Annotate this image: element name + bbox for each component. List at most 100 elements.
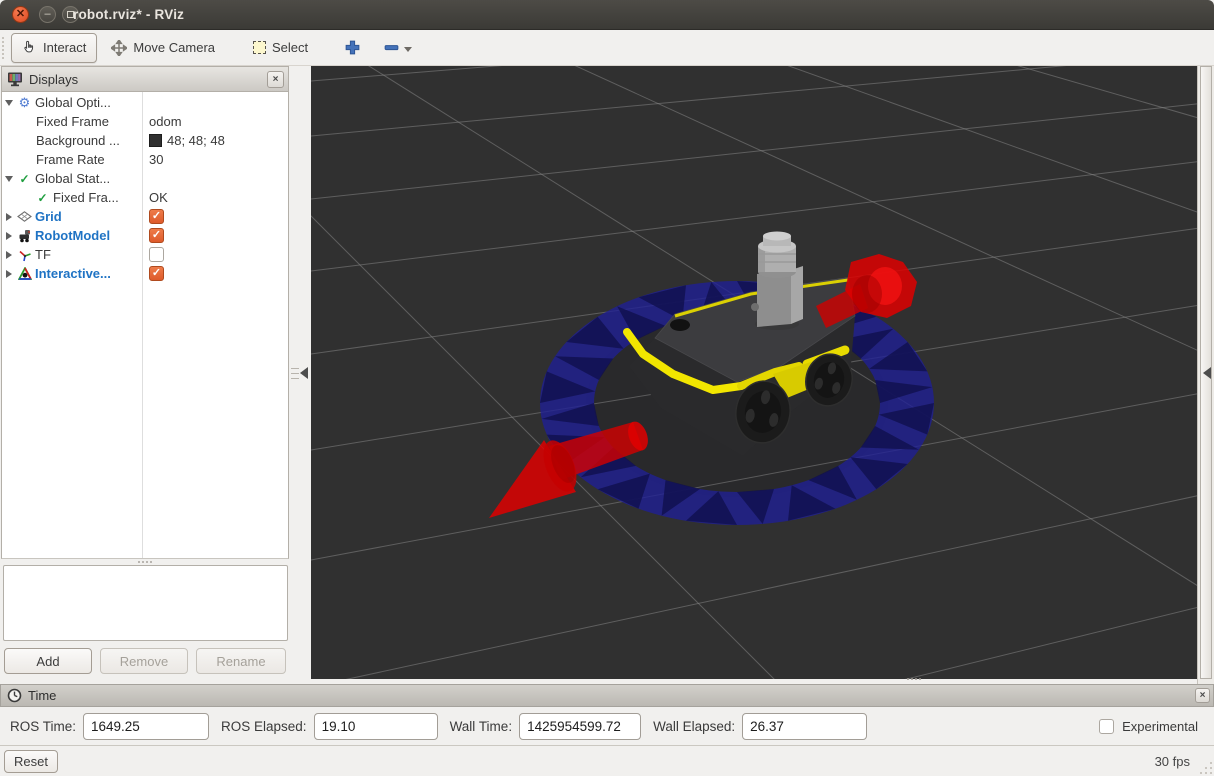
tree-row-background-color[interactable]: Background ... 48; 48; 48 (2, 131, 288, 150)
time-panel-header[interactable]: Time × (0, 684, 1214, 707)
ros-time-input[interactable] (83, 713, 209, 740)
window-close-button[interactable]: ✕ (12, 6, 29, 23)
displays-panel-icon (7, 72, 23, 87)
color-swatch (149, 134, 162, 147)
toolbar: Interact Move Camera Select (0, 30, 1214, 66)
expander-icon[interactable] (2, 232, 16, 240)
sensor-mast-front (757, 270, 791, 327)
viewport-bottom-grip[interactable] (907, 678, 921, 680)
remove-tool-button[interactable] (383, 39, 412, 56)
time-panel-title: Time (28, 688, 56, 703)
time-panel-close-button[interactable]: × (1195, 688, 1210, 703)
axes-icon (16, 248, 33, 262)
add-tool-button[interactable] (344, 39, 361, 56)
robot-icon (16, 229, 33, 243)
expander-icon[interactable] (2, 176, 16, 182)
interactive-marker-icon (16, 267, 33, 281)
wall-elapsed-field: Wall Elapsed: (653, 713, 867, 740)
displays-panel: Displays × ⚙ Global Opti... Fixed Frame (1, 66, 289, 684)
wall-time-label: Wall Time: (450, 719, 513, 734)
tree-row-fixed-frame[interactable]: Fixed Frame odom (2, 112, 288, 131)
hand-cursor-icon (22, 40, 37, 55)
ros-elapsed-field: ROS Elapsed: (221, 713, 438, 740)
tf-checkbox[interactable] (149, 247, 164, 262)
main-area: Displays × ⚙ Global Opti... Fixed Frame (0, 66, 1214, 684)
tree-row-robotmodel[interactable]: RobotModel (2, 226, 288, 245)
tree-row-frame-rate[interactable]: Frame Rate 30 (2, 150, 288, 169)
plus-icon (344, 39, 361, 56)
robot-antenna-puck (670, 319, 690, 331)
check-icon: ✓ (34, 191, 51, 205)
tree-row-global-options[interactable]: ⚙ Global Opti... (2, 93, 288, 112)
select-box-icon (253, 41, 266, 54)
fps-counter: 30 fps (1155, 754, 1190, 769)
displays-panel-title: Displays (29, 72, 78, 87)
tree-row-global-status[interactable]: ✓ Global Stat... (2, 169, 288, 188)
expander-icon[interactable] (2, 251, 16, 259)
tree-row-fixed-frame-status[interactable]: ✓ Fixed Fra... OK (2, 188, 288, 207)
ros-time-label: ROS Time: (10, 719, 76, 734)
wall-elapsed-label: Wall Elapsed: (653, 719, 735, 734)
wall-time-field: Wall Time: (450, 713, 642, 740)
display-description-area (3, 565, 288, 641)
grid-icon (16, 211, 33, 222)
title-bar[interactable]: ✕ – robot.rviz* - RViz (0, 0, 1214, 30)
splitter-grip[interactable] (291, 364, 299, 383)
grid-checkbox[interactable] (149, 209, 164, 224)
window-minimize-button[interactable]: – (39, 6, 56, 23)
move-camera-tool-label: Move Camera (133, 40, 215, 55)
wall-elapsed-input[interactable] (742, 713, 867, 740)
remove-button[interactable]: Remove (100, 648, 188, 674)
interact-tool-label: Interact (43, 40, 86, 55)
3d-viewport[interactable] (311, 66, 1197, 679)
displays-panel-close-button[interactable]: × (267, 71, 284, 88)
displays-panel-header[interactable]: Displays × (1, 66, 289, 92)
select-tool-label: Select (272, 40, 308, 55)
displays-tree: ⚙ Global Opti... Fixed Frame odom Backgr… (1, 92, 289, 559)
collapse-right-arrow-icon[interactable] (1203, 367, 1211, 379)
robotmodel-checkbox[interactable] (149, 228, 164, 243)
3d-scene (311, 66, 1197, 679)
window-resize-grip[interactable] (1200, 762, 1212, 774)
toolbar-handle[interactable] (2, 37, 7, 59)
tree-row-grid[interactable]: Grid (2, 207, 288, 226)
move-icon (111, 40, 127, 56)
collapse-left-arrow-icon[interactable] (300, 367, 308, 379)
frame-rate-value[interactable]: 30 (142, 150, 163, 169)
wall-time-input[interactable] (519, 713, 641, 740)
grid-line (311, 96, 1197, 205)
lidar-cap-top (763, 232, 791, 241)
select-tool-button[interactable]: Select (243, 33, 318, 63)
experimental-field: Experimental (1099, 719, 1214, 734)
ros-elapsed-input[interactable] (314, 713, 438, 740)
status-bar: Reset 30 fps (0, 745, 1214, 776)
expander-icon[interactable] (2, 270, 16, 278)
expander-icon[interactable] (2, 213, 16, 221)
grid-line (311, 153, 1197, 279)
gear-icon: ⚙ (16, 95, 33, 111)
check-icon: ✓ (16, 172, 33, 186)
tree-row-tf[interactable]: TF (2, 245, 288, 264)
interact-tool-button[interactable]: Interact (11, 33, 97, 63)
add-button[interactable]: Add (4, 648, 92, 674)
window-title: robot.rviz* - RViz (73, 7, 184, 22)
ros-time-field: ROS Time: (10, 713, 209, 740)
grid-line (311, 589, 1197, 679)
fixed-frame-value[interactable]: odom (142, 112, 182, 131)
right-collapsed-panel[interactable] (1197, 66, 1214, 684)
grid-line (311, 66, 1197, 142)
minus-icon (383, 39, 400, 56)
background-color-value[interactable]: 48; 48; 48 (142, 131, 225, 150)
move-camera-tool-button[interactable]: Move Camera (101, 33, 225, 63)
clock-icon (7, 688, 22, 703)
interactive-markers-checkbox[interactable] (149, 266, 164, 281)
left-splitter[interactable] (289, 66, 311, 684)
expander-icon[interactable] (2, 100, 16, 106)
rename-button[interactable]: Rename (196, 648, 286, 674)
tool-dropdown-caret-icon[interactable] (404, 47, 412, 52)
reset-button[interactable]: Reset (4, 750, 58, 773)
mast-nub (751, 303, 759, 311)
displays-panel-buttons: Add Remove Rename (1, 648, 289, 675)
experimental-checkbox[interactable] (1099, 719, 1114, 734)
tree-row-interactive-markers[interactable]: Interactive... (2, 264, 288, 283)
